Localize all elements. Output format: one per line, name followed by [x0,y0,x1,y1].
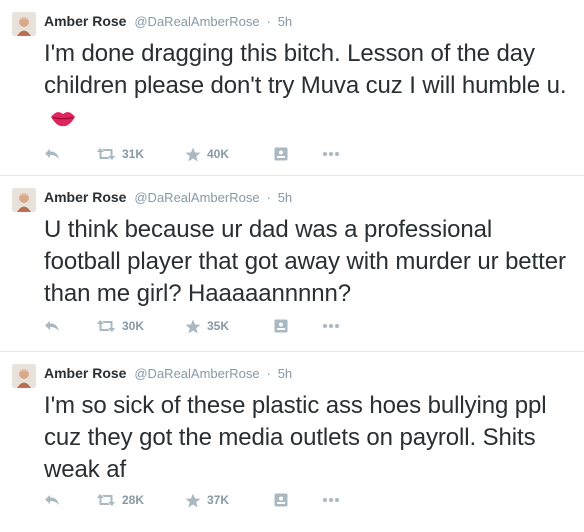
favorite-count: 40K [207,147,230,161]
favorite-button[interactable]: 40K [185,144,229,164]
more-dots-icon [322,497,340,503]
tweet-header: Amber Rose @DaRealAmberRose · 5h [44,188,292,207]
author-name[interactable]: Amber Rose [44,13,126,29]
tweet-text-content: I'm so sick of these plastic ass hoes bu… [44,392,547,483]
retweet-button[interactable]: 28K [96,490,144,510]
favorite-count: 37K [207,493,230,507]
reply-icon [44,147,60,161]
avatar[interactable] [12,12,36,36]
tweet-header: Amber Rose @DaRealAmberRose · 5h [44,12,292,31]
favorite-button[interactable]: 35K [185,316,229,336]
timestamp[interactable]: 5h [278,14,292,29]
author-name[interactable]: Amber Rose [44,189,126,205]
tweet-item[interactable]: Amber Rose @DaRealAmberRose · 5h U think… [0,176,584,352]
tweet-actions: 28K 37K [44,490,364,510]
favorite-button[interactable]: 37K [185,490,229,510]
more-dots-icon [322,151,340,157]
author-handle[interactable]: @DaRealAmberRose [134,190,259,205]
author-name[interactable]: Amber Rose [44,365,126,381]
more-button[interactable] [322,144,340,164]
retweet-button[interactable]: 30K [96,316,144,336]
star-icon [185,493,201,508]
reply-button[interactable] [44,490,60,510]
kiss-mark-icon [50,104,76,136]
author-handle[interactable]: @DaRealAmberRose [134,366,259,381]
retweet-icon [96,147,116,161]
summary-button[interactable] [274,144,288,164]
tweet-text-content: I'm done dragging this bitch. Lesson of … [44,40,567,99]
summary-button[interactable] [274,490,288,510]
timestamp[interactable]: 5h [278,190,292,205]
tweet-text: I'm so sick of these plastic ass hoes bu… [44,390,574,486]
reply-button[interactable] [44,316,60,336]
tweet-actions: 30K 35K [44,316,364,336]
media-card-icon [274,493,288,507]
star-icon [185,319,201,334]
retweet-button[interactable]: 31K [96,144,144,164]
avatar[interactable] [12,364,36,388]
separator-dot: · [266,190,271,205]
reply-button[interactable] [44,144,60,164]
tweet-text: U think because ur dad was a professiona… [44,214,574,310]
tweet-feed: Amber Rose @DaRealAmberRose · 5h I'm don… [0,0,584,532]
separator-dot: · [266,366,271,381]
reply-icon [44,493,60,507]
retweet-icon [96,493,116,507]
more-button[interactable] [322,316,340,336]
separator-dot: · [266,14,271,29]
tweet-item[interactable]: Amber Rose @DaRealAmberRose · 5h I'm don… [0,0,584,176]
tweet-actions: 31K 40K [44,144,364,164]
media-card-icon [274,319,288,333]
retweet-count: 31K [122,147,145,161]
more-button[interactable] [322,490,340,510]
star-icon [185,147,201,162]
timestamp[interactable]: 5h [278,366,292,381]
avatar[interactable] [12,188,36,212]
retweet-count: 30K [122,319,145,333]
retweet-icon [96,319,116,333]
media-card-icon [274,147,288,161]
tweet-text-content: U think because ur dad was a professiona… [44,216,566,307]
author-handle[interactable]: @DaRealAmberRose [134,14,259,29]
favorite-count: 35K [207,319,230,333]
reply-icon [44,319,60,333]
summary-button[interactable] [274,316,288,336]
more-dots-icon [322,323,340,329]
tweet-item[interactable]: Amber Rose @DaRealAmberRose · 5h I'm so … [0,352,584,532]
tweet-header: Amber Rose @DaRealAmberRose · 5h [44,364,292,383]
retweet-count: 28K [122,493,145,507]
tweet-text: I'm done dragging this bitch. Lesson of … [44,38,574,136]
